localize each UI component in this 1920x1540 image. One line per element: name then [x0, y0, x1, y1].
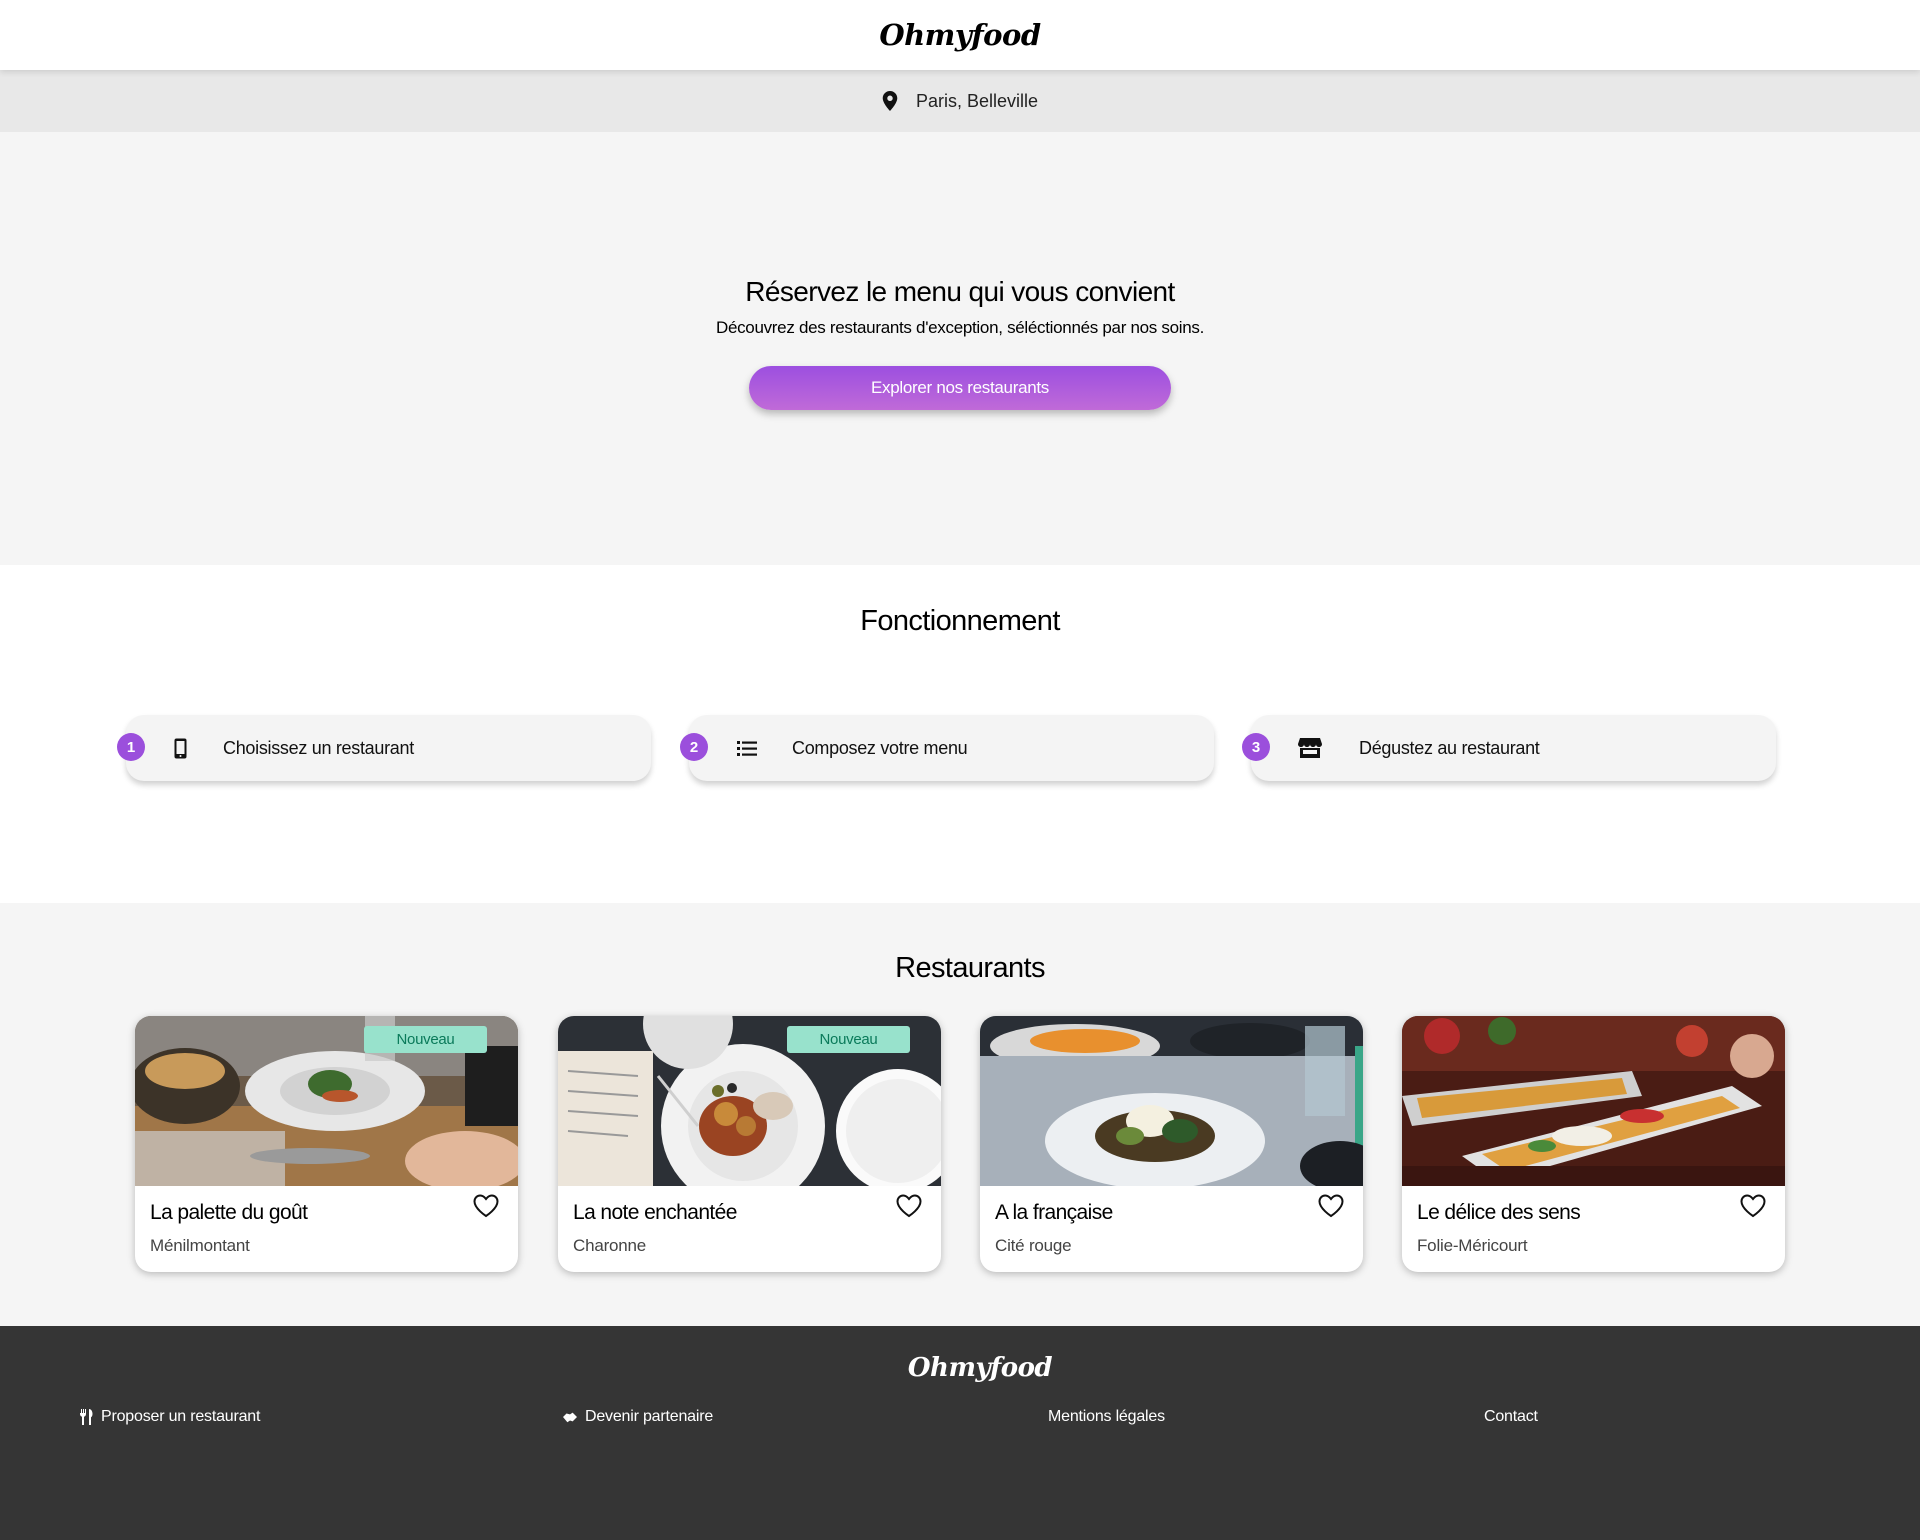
list-icon [735, 736, 759, 760]
hero-section: Réservez le menu qui vous convient Décou… [0, 132, 1920, 565]
map-marker-icon [882, 91, 898, 111]
contact-link[interactable]: Contact [1484, 1408, 1538, 1426]
step-card: 3 Dégustez au restaurant [1242, 715, 1776, 781]
restaurant-photo: Nouveau [558, 1016, 941, 1186]
site-header: Ohmyfood [0, 0, 1920, 70]
new-badge: Nouveau [364, 1026, 487, 1053]
step-number: 1 [117, 733, 145, 761]
new-badge: Nouveau [787, 1026, 910, 1053]
heart-icon[interactable] [473, 1194, 499, 1218]
restaurant-name: La note enchantée [573, 1201, 737, 1224]
restaurant-card[interactable]: Le délice des sens Folie-Méricourt [1402, 1016, 1785, 1272]
hero-title: Réservez le menu qui vous convient [745, 276, 1175, 307]
step-card: 1 Choisissez un restaurant [117, 715, 651, 781]
explore-restaurants-button[interactable]: Explorer nos restaurants [749, 366, 1171, 410]
restaurant-card[interactable]: Nouveau La note enchantée Charonne [558, 1016, 941, 1272]
restaurant-area: Charonne [573, 1236, 647, 1255]
propose-restaurant-link[interactable]: Proposer un restaurant [79, 1408, 260, 1426]
site-footer: Ohmyfood Proposer un restaurant Devenir … [0, 1326, 1920, 1540]
legal-notice-link[interactable]: Mentions légales [1048, 1408, 1165, 1426]
heart-icon[interactable] [1318, 1194, 1344, 1218]
footer-link-label: Mentions légales [1048, 1408, 1165, 1425]
restaurants-section: Restaurants Nouveau La palette du goût M… [0, 903, 1920, 1326]
become-partner-link[interactable]: Devenir partenaire [563, 1408, 713, 1426]
hero-subtitle: Découvrez des restaurants d'exception, s… [715, 318, 1205, 337]
heart-icon[interactable] [896, 1194, 922, 1218]
restaurant-photo [980, 1016, 1363, 1186]
restaurant-card[interactable]: Nouveau La palette du goût Ménilmontant [135, 1016, 518, 1272]
store-icon [1298, 736, 1322, 760]
restaurant-area: Cité rouge [995, 1236, 1072, 1255]
restaurant-name: Le délice des sens [1417, 1201, 1581, 1224]
footer-link-label: Contact [1484, 1408, 1538, 1425]
restaurant-name: La palette du goût [150, 1201, 308, 1224]
restaurant-area: Folie-Méricourt [1417, 1236, 1528, 1255]
step-number: 3 [1242, 733, 1270, 761]
restaurant-name: A la française [995, 1201, 1113, 1224]
restaurant-photo [1402, 1016, 1785, 1186]
restaurant-photo: Nouveau [135, 1016, 518, 1186]
location-text: Paris, Belleville [915, 90, 1039, 111]
section-title: Restaurants [895, 952, 1045, 984]
footer-link-label: Devenir partenaire [585, 1408, 714, 1425]
step-number: 2 [680, 733, 708, 761]
handshake-icon [563, 1412, 577, 1423]
step-card: 2 Composez votre menu [680, 715, 1214, 781]
utensils-icon [80, 1409, 93, 1425]
step-label: Composez votre menu [792, 737, 968, 758]
logo[interactable]: Ohmyfood [879, 18, 1041, 52]
restaurant-area: Ménilmontant [150, 1236, 250, 1255]
heart-icon[interactable] [1740, 1194, 1766, 1218]
mobile-phone-icon [168, 736, 192, 760]
step-label: Dégustez au restaurant [1359, 737, 1540, 758]
location-bar: Paris, Belleville [0, 70, 1920, 132]
how-it-works-section: Fonctionnement 1 Choisissez un restauran… [0, 565, 1920, 903]
section-title: Fonctionnement [860, 605, 1060, 637]
footer-logo[interactable]: Ohmyfood [0, 1353, 1920, 1383]
footer-link-label: Proposer un restaurant [101, 1408, 261, 1425]
step-label: Choisissez un restaurant [223, 737, 414, 758]
restaurant-card[interactable]: A la française Cité rouge [980, 1016, 1363, 1272]
